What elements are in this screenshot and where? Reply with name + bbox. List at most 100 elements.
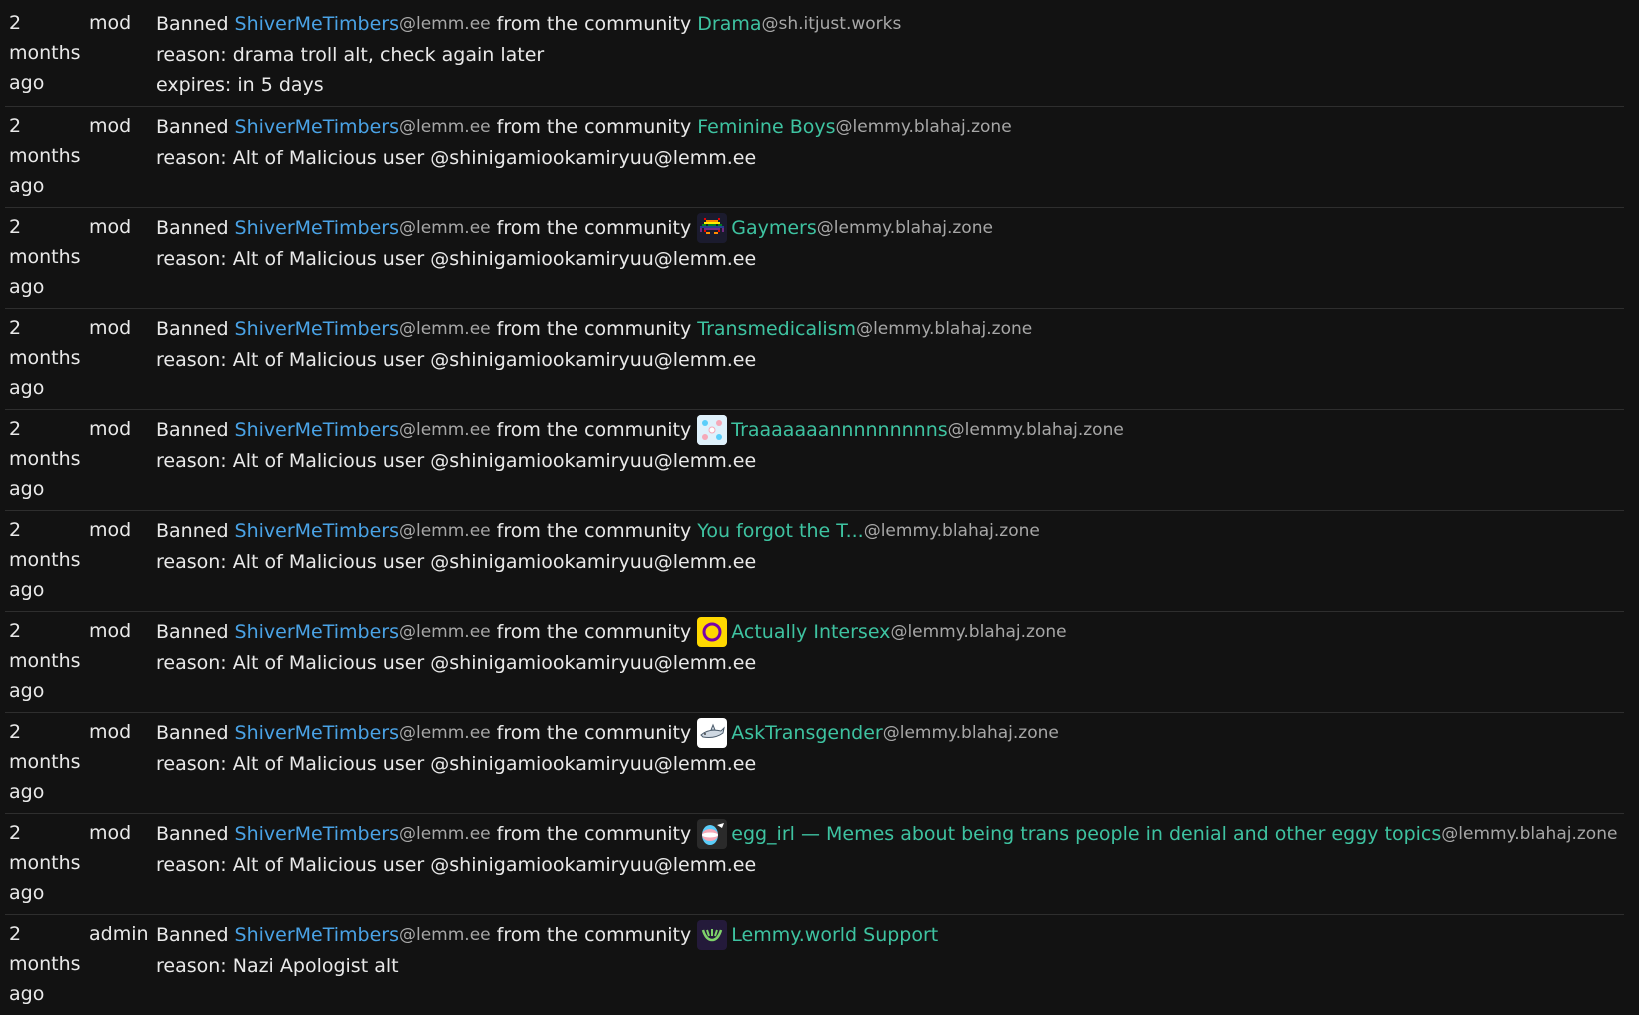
ban-reason: reason: Alt of Malicious user @shinigami… [156,248,757,270]
user-instance: @lemm.ee [399,925,491,945]
moderator-role: mod [89,12,132,34]
community-link[interactable]: Traaaaaaannnnnnnnns [731,415,947,445]
community-instance: @lemmy.blahaj.zone [856,319,1033,339]
action-verb: Banned [156,419,229,441]
table-row: 2 months ago mod Banned ShiverMeTimbers @… [5,410,1624,511]
timestamp: 2 months ago [9,12,81,94]
community-link[interactable]: Drama [697,9,761,39]
ban-expires: expires: in 5 days [156,74,324,96]
moderator-role: mod [89,620,132,642]
table-row: 2 months ago mod Banned ShiverMeTimbers @… [5,107,1624,208]
ban-reason: reason: drama troll alt, check again lat… [156,44,545,66]
community-link[interactable]: egg_irl — Memes about being trans people… [731,819,1441,849]
timestamp: 2 months ago [9,216,81,298]
from-community-label: from the community [496,722,692,744]
user-instance: @lemm.ee [399,521,491,541]
community-instance: @lemmy.blahaj.zone [882,723,1059,743]
user-instance: @lemm.ee [399,723,491,743]
timestamp: 2 months ago [9,721,81,803]
community-link[interactable]: Feminine Boys [697,112,835,142]
user-link[interactable]: ShiverMeTimbers [235,718,399,748]
moderator-role: mod [89,115,132,137]
moderator-role: mod [89,519,132,541]
user-link[interactable]: ShiverMeTimbers [235,819,399,849]
timestamp: 2 months ago [9,923,81,1005]
user-link[interactable]: ShiverMeTimbers [235,9,399,39]
action-verb: Banned [156,318,229,340]
action-description: Banned ShiverMeTimbers @lemm.ee from the … [156,313,1624,375]
action-verb: Banned [156,520,229,542]
timestamp: 2 months ago [9,115,81,197]
community-link[interactable]: AskTransgender [731,718,882,748]
user-instance: @lemm.ee [399,218,491,238]
community-link[interactable]: You forgot the T... [697,516,863,546]
user-link[interactable]: ShiverMeTimbers [235,314,399,344]
shark-icon [697,718,728,748]
table-row: 2 months ago mod Banned ShiverMeTimbers @… [5,309,1624,410]
from-community-label: from the community [496,520,692,542]
ban-reason: reason: Alt of Malicious user @shinigami… [156,854,757,876]
table-row: 2 months ago mod Banned ShiverMeTimbers @… [5,2,1624,107]
user-instance: @lemm.ee [399,824,491,844]
table-row: 2 months ago mod Banned ShiverMeTimbers @… [5,814,1624,915]
action-verb: Banned [156,823,229,845]
action-verb: Banned [156,13,229,35]
from-community-label: from the community [496,217,692,239]
action-verb: Banned [156,116,229,138]
action-verb: Banned [156,217,229,239]
moderator-role: mod [89,822,132,844]
from-community-label: from the community [496,318,692,340]
action-description: Banned ShiverMeTimbers @lemm.ee from the … [156,717,1624,779]
moderator-role: mod [89,216,132,238]
from-community-label: from the community [496,621,692,643]
user-instance: @lemm.ee [399,420,491,440]
user-link[interactable]: ShiverMeTimbers [235,213,399,243]
moderator-role: mod [89,418,132,440]
community-link[interactable]: Actually Intersex [731,617,890,647]
table-row: 2 months ago admin Banned ShiverMeTimber… [5,915,1624,1015]
moderator-role: mod [89,317,132,339]
community-instance: @lemmy.blahaj.zone [835,117,1012,137]
user-instance: @lemm.ee [399,319,491,339]
user-link[interactable]: ShiverMeTimbers [235,617,399,647]
from-community-label: from the community [496,116,692,138]
user-instance: @lemm.ee [399,14,491,34]
community-instance: @lemmy.blahaj.zone [863,521,1040,541]
action-description: Banned ShiverMeTimbers @lemm.ee from the … [156,212,1624,274]
moderator-role: mod [89,721,132,743]
ban-reason: reason: Alt of Malicious user @shinigami… [156,450,757,472]
user-link[interactable]: ShiverMeTimbers [235,920,399,950]
ban-reason: reason: Alt of Malicious user @shinigami… [156,753,757,775]
table-row: 2 months ago mod Banned ShiverMeTimbers @… [5,511,1624,612]
timestamp: 2 months ago [9,620,81,702]
timestamp: 2 months ago [9,822,81,904]
action-verb: Banned [156,722,229,744]
ban-reason: reason: Alt of Malicious user @shinigami… [156,349,757,371]
community-instance: @lemmy.blahaj.zone [1441,824,1618,844]
rainbow-invader-icon [697,213,728,243]
ban-reason: reason: Alt of Malicious user @shinigami… [156,551,757,573]
user-link[interactable]: ShiverMeTimbers [235,112,399,142]
user-link[interactable]: ShiverMeTimbers [235,516,399,546]
community-instance: @lemmy.blahaj.zone [947,420,1124,440]
action-description: Banned ShiverMeTimbers @lemm.ee from the … [156,616,1624,678]
action-verb: Banned [156,924,229,946]
from-community-label: from the community [496,823,692,845]
timestamp: 2 months ago [9,418,81,500]
community-link[interactable]: Transmedicalism [697,314,856,344]
from-community-label: from the community [496,13,692,35]
timestamp: 2 months ago [9,317,81,399]
table-row: 2 months ago mod Banned ShiverMeTimbers @… [5,208,1624,309]
ban-reason: reason: Alt of Malicious user @shinigami… [156,147,757,169]
action-description: Banned ShiverMeTimbers @lemm.ee from the … [156,414,1624,476]
action-description: Banned ShiverMeTimbers @lemm.ee from the … [156,8,1624,100]
action-description: Banned ShiverMeTimbers @lemm.ee from the … [156,919,1624,981]
community-link[interactable]: Lemmy.world Support [731,920,938,950]
community-link[interactable]: Gaymers [731,213,817,243]
intersex-ring-icon [697,617,728,647]
table-row: 2 months ago mod Banned ShiverMeTimbers @… [5,612,1624,713]
community-instance: @lemmy.blahaj.zone [890,622,1067,642]
user-link[interactable]: ShiverMeTimbers [235,415,399,445]
action-description: Banned ShiverMeTimbers @lemm.ee from the … [156,818,1624,880]
action-description: Banned ShiverMeTimbers @lemm.ee from the … [156,111,1624,173]
